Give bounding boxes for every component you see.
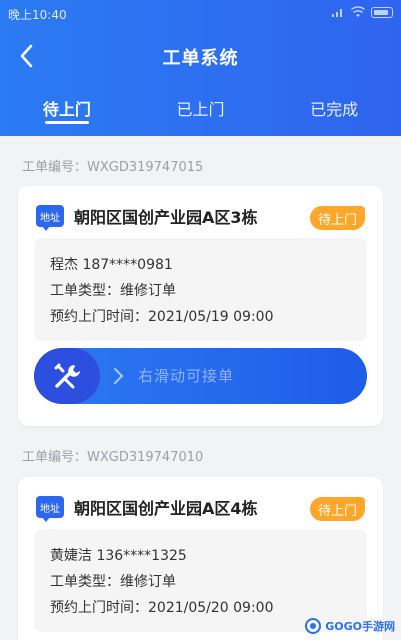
- slider-handle[interactable]: [34, 348, 100, 404]
- order-card[interactable]: 地址 朝阳区国创产业园A区4栋 待上门 黄婕洁 136****1325 工单类型…: [18, 477, 383, 640]
- signal-icon: [332, 9, 342, 17]
- tab-bar: 待上门 已上门 已完成: [0, 96, 401, 130]
- address-row: 地址 朝阳区国创产业园A区3栋: [36, 204, 258, 231]
- status-badge: 待上门: [309, 497, 365, 521]
- tools-icon: [54, 363, 80, 389]
- status-bar: 晚上10:40: [0, 0, 401, 28]
- order-info: 黄婕洁 136****1325 工单类型：维修订单 预约上门时间：2021/05…: [34, 529, 367, 632]
- gogo-logo-icon: [305, 618, 322, 634]
- status-badge: 待上门: [309, 206, 365, 230]
- tab-pending[interactable]: 待上门: [0, 96, 134, 130]
- order-type: 工单类型：维修订单: [50, 283, 176, 299]
- address-badge-icon: 地址: [36, 496, 64, 522]
- order-list: 工单编号：WXGD319747015 地址 朝阳区国创产业园A区3栋 待上门 程…: [0, 136, 401, 640]
- app-header: 晚上10:40 工单系统 待上门 已上门 已完成: [0, 0, 401, 136]
- address-row: 地址 朝阳区国创产业园A区4栋: [36, 495, 258, 522]
- address-text: 朝阳区国创产业园A区3栋: [74, 208, 258, 227]
- contact-info: 程杰 187****0981: [50, 257, 173, 273]
- tab-visited[interactable]: 已上门: [134, 96, 268, 130]
- page-title: 工单系统: [162, 48, 239, 69]
- watermark-text: GOGO手游网: [325, 620, 395, 633]
- status-time: 晚上10:40: [8, 8, 67, 22]
- accept-slider[interactable]: 右滑动可接单: [34, 348, 367, 404]
- order-info: 程杰 187****0981 工单类型：维修订单 预约上门时间：2021/05/…: [34, 238, 367, 341]
- contact-info: 黄婕洁 136****1325: [50, 548, 187, 564]
- status-icons: [331, 6, 393, 18]
- order-number: 工单编号：WXGD319747015: [22, 160, 204, 175]
- chevron-right-icon: [114, 368, 124, 384]
- watermark-logo: GOGO手游网: [305, 618, 395, 634]
- wifi-icon: [351, 6, 365, 17]
- order-type: 工单类型：维修订单: [50, 574, 176, 590]
- slider-label: 右滑动可接单: [138, 367, 235, 385]
- tab-completed[interactable]: 已完成: [267, 96, 401, 130]
- order-card[interactable]: 地址 朝阳区国创产业园A区3栋 待上门 程杰 187****0981 工单类型：…: [18, 186, 383, 426]
- appointment-time: 预约上门时间：2021/05/19 09:00: [50, 309, 274, 325]
- order-number: 工单编号：WXGD319747010: [22, 450, 204, 465]
- address-text: 朝阳区国创产业园A区4栋: [74, 499, 258, 518]
- battery-icon: [371, 6, 393, 18]
- address-badge-icon: 地址: [36, 205, 64, 231]
